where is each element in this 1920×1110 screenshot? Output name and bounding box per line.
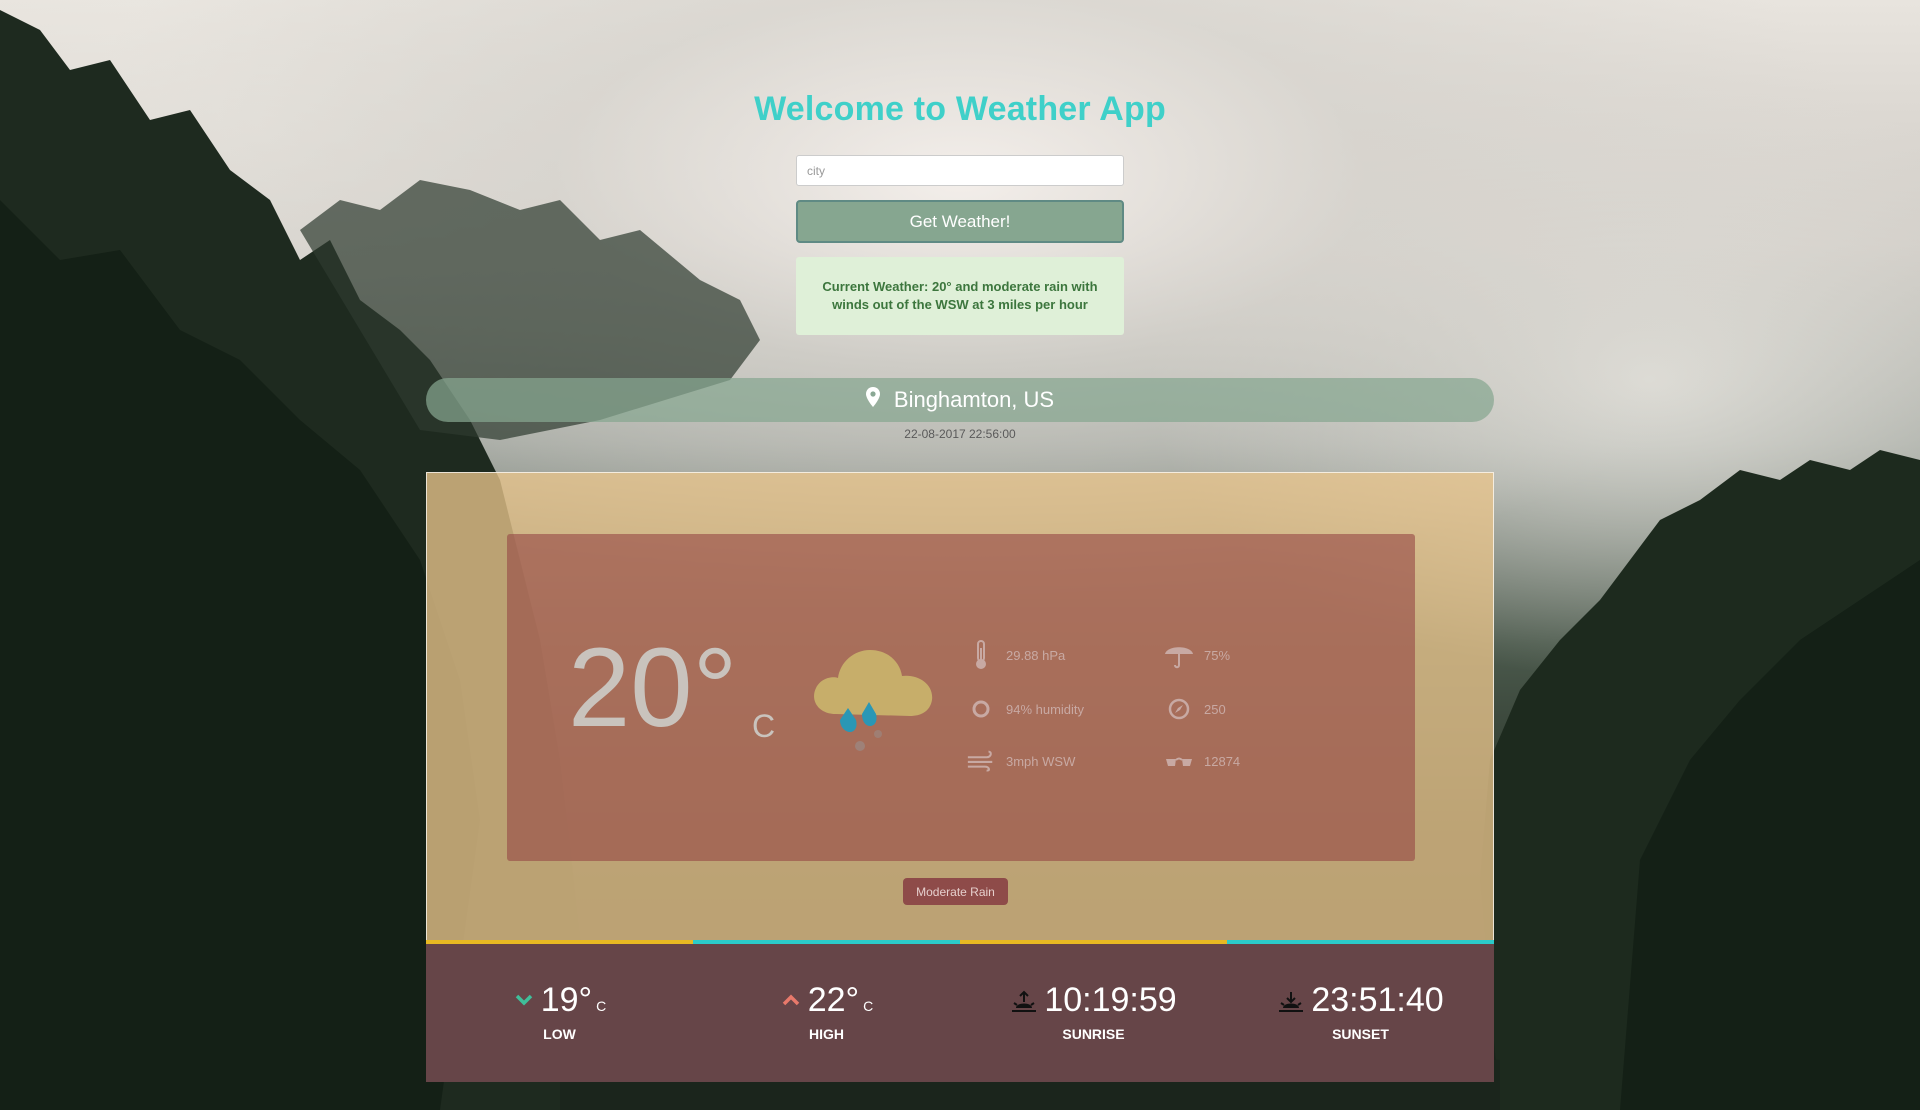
location-name: Binghamton, US <box>893 387 1055 412</box>
wind-stat: 3mph WSW <box>966 746 1075 776</box>
wind-value: 3mph WSW <box>1006 753 1076 769</box>
low-label: LOW <box>543 1026 576 1042</box>
page-title: Welcome to Weather App <box>754 90 1166 128</box>
condition-badge: Moderate Rain <box>903 878 1008 905</box>
city-input[interactable] <box>796 155 1124 186</box>
high-label: HIGH <box>809 1026 844 1042</box>
visibility-stat: 12874 <box>1164 746 1240 776</box>
observation-datetime: 22-08-2017 22:56:00 <box>904 427 1016 441</box>
map-pin-icon <box>865 387 894 413</box>
sunset-label: SUNSET <box>1332 1026 1389 1042</box>
umbrella-icon <box>1164 640 1194 670</box>
high-temp-unit: C <box>863 998 874 1014</box>
visibility-value: 12874 <box>1204 753 1241 769</box>
high-temp-value: 22° <box>807 981 860 1019</box>
glasses-icon <box>1164 746 1194 776</box>
chevron-up-icon <box>780 994 802 1006</box>
low-temp-unit: C <box>596 998 607 1014</box>
direction-stat: 250 <box>1164 694 1226 724</box>
humidity-value: 94% humidity <box>1006 701 1085 717</box>
direction-value: 250 <box>1204 701 1226 717</box>
low-temp-value: 19° <box>540 981 593 1019</box>
temperature-unit: C <box>752 708 776 744</box>
compass-icon <box>1164 694 1194 724</box>
current-temperature: 20° <box>568 625 738 750</box>
forecast-sunset: 23:51:40 SUNSET <box>1227 980 1494 1042</box>
chevron-down-icon <box>513 994 535 1006</box>
sunset-icon <box>1277 990 1305 1014</box>
forecast-sunrise: 10:19:59 SUNRISE <box>960 980 1227 1042</box>
sunset-value: 23:51:40 <box>1311 981 1444 1019</box>
sunrise-value: 10:19:59 <box>1044 981 1177 1019</box>
sunrise-icon <box>1010 990 1038 1014</box>
get-weather-button[interactable]: Get Weather! <box>796 200 1124 243</box>
alert-text: Current Weather: 20° and moderate rain w… <box>822 279 1098 312</box>
sunrise-label: SUNRISE <box>1062 1026 1125 1042</box>
cloud-rain-icon <box>806 644 946 764</box>
pressure-value: 29.88 hPa <box>1006 647 1066 663</box>
precip-stat: 75% <box>1164 640 1230 670</box>
weather-app: Welcome to Weather App Get Weather! Curr… <box>0 0 1920 1110</box>
pressure-stat: 29.88 hPa <box>966 640 1065 670</box>
humidity-icon <box>966 694 996 724</box>
current-weather-alert: Current Weather: 20° and moderate rain w… <box>796 257 1124 335</box>
thermometer-icon <box>966 640 996 670</box>
forecast-high: 22° C HIGH <box>693 980 960 1042</box>
precip-value: 75% <box>1204 647 1231 663</box>
wind-icon <box>966 746 996 776</box>
location-bar: Binghamton, US <box>426 378 1494 422</box>
humidity-stat: 94% humidity <box>966 694 1084 724</box>
forecast-low: 19° C LOW <box>426 980 693 1042</box>
